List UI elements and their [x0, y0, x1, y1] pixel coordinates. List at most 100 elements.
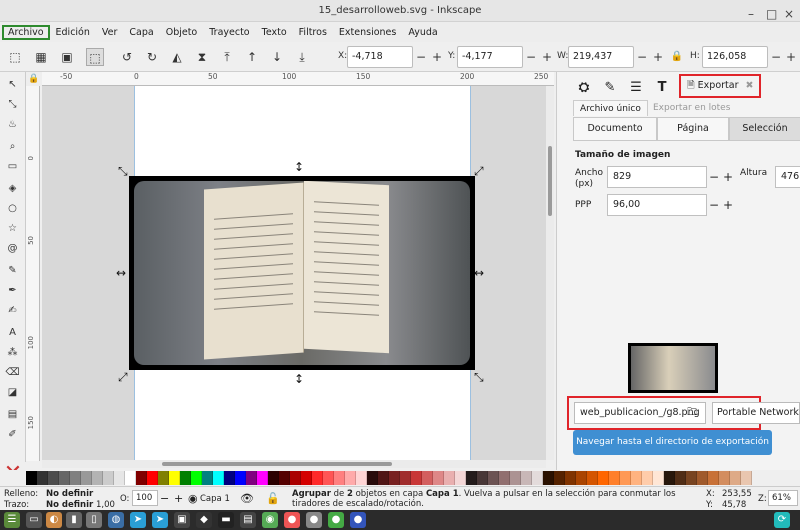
- x-minus-button[interactable]: −: [414, 46, 428, 68]
- node-tool-icon[interactable]: ⤡: [4, 96, 21, 113]
- dropper-tool-icon[interactable]: ✐: [4, 426, 21, 443]
- palette-swatch[interactable]: [257, 471, 268, 485]
- palette-swatch[interactable]: [708, 471, 719, 485]
- spray-tool-icon[interactable]: ⁂: [4, 344, 21, 361]
- gradient-tool-icon[interactable]: ▤: [4, 406, 21, 423]
- tweak-tool-icon[interactable]: ♨: [4, 116, 21, 133]
- palette-swatch[interactable]: [158, 471, 169, 485]
- star-tool-icon[interactable]: ☆: [4, 220, 21, 237]
- menu-edicion[interactable]: Edición: [50, 26, 96, 39]
- palette-swatch[interactable]: [103, 471, 114, 485]
- palette-swatch[interactable]: [224, 471, 235, 485]
- ancho-field[interactable]: 829: [607, 166, 707, 188]
- opacity-minus-button[interactable]: −: [160, 492, 169, 505]
- ppp-plus-button[interactable]: +: [721, 194, 735, 216]
- palette-swatch[interactable]: [246, 471, 257, 485]
- stroke-width[interactable]: 1,00: [96, 500, 115, 510]
- export-area-seleccion[interactable]: Selección: [729, 117, 800, 141]
- palette-swatch[interactable]: [389, 471, 400, 485]
- palette-swatch[interactable]: [367, 471, 378, 485]
- palette-swatch[interactable]: [26, 471, 37, 485]
- palette-swatch[interactable]: [411, 471, 422, 485]
- palette-swatch[interactable]: [730, 471, 741, 485]
- palette-swatch[interactable]: [455, 471, 466, 485]
- app-icon-gray[interactable]: ●: [306, 512, 322, 528]
- export-area-pagina[interactable]: Página: [657, 117, 729, 141]
- palette-swatch[interactable]: [147, 471, 158, 485]
- palette-swatch[interactable]: [279, 471, 290, 485]
- tray-icon[interactable]: ⟳: [774, 512, 790, 528]
- palette-swatch[interactable]: [125, 471, 136, 485]
- text-font-icon[interactable]: T: [653, 78, 671, 98]
- h-minus-button[interactable]: −: [769, 46, 783, 68]
- fill-value[interactable]: No definir: [46, 489, 93, 499]
- calligraphy-tool-icon[interactable]: ✍: [4, 302, 21, 319]
- palette-swatch[interactable]: [169, 471, 180, 485]
- ppp-field[interactable]: 96,00: [607, 194, 707, 216]
- terminal-icon[interactable]: ▮: [66, 512, 82, 528]
- palette-swatch[interactable]: [345, 471, 356, 485]
- close-tab-icon[interactable]: ✖: [746, 80, 754, 91]
- tab-exportar-lotes[interactable]: Exportar en lotes: [647, 100, 736, 116]
- palette-swatch[interactable]: [356, 471, 367, 485]
- menu-trayecto[interactable]: Trayecto: [203, 26, 255, 39]
- ancho-plus-button[interactable]: +: [721, 166, 735, 188]
- eraser-tool-icon[interactable]: ⌫: [4, 364, 21, 381]
- y-plus-button[interactable]: +: [540, 46, 554, 68]
- h-field[interactable]: 126,058: [702, 46, 768, 68]
- select-all-layers-icon[interactable]: ▦: [32, 48, 50, 66]
- palette-swatch[interactable]: [301, 471, 312, 485]
- stroke-value[interactable]: No definir: [46, 500, 93, 510]
- palette-swatch[interactable]: [488, 471, 499, 485]
- export-format-select[interactable]: Portable Network Graphic: [712, 402, 800, 424]
- palette-swatch[interactable]: [92, 471, 103, 485]
- opacity-field[interactable]: 100: [132, 490, 158, 506]
- h-plus-button[interactable]: +: [784, 46, 798, 68]
- palette-swatch[interactable]: [400, 471, 411, 485]
- x-plus-button[interactable]: +: [430, 46, 444, 68]
- palette-swatch[interactable]: [312, 471, 323, 485]
- scale-handle-w[interactable]: ↔: [116, 266, 126, 280]
- flip-horizontal-icon[interactable]: ◭: [168, 48, 186, 66]
- w-minus-button[interactable]: −: [635, 46, 649, 68]
- pencil-tool-icon[interactable]: ✎: [4, 262, 21, 279]
- ancho-minus-button[interactable]: −: [707, 166, 721, 188]
- layer-visibility-icon[interactable]: ◉: [188, 492, 198, 505]
- select-all-icon[interactable]: ⬚: [6, 48, 24, 66]
- rotate-ccw-icon[interactable]: ↺: [118, 48, 136, 66]
- scale-handle-sw[interactable]: ⤢: [118, 370, 128, 385]
- app-icon-blue[interactable]: ●: [350, 512, 366, 528]
- palette-swatch[interactable]: [620, 471, 631, 485]
- menu-capa[interactable]: Capa: [123, 26, 159, 39]
- lock-icon[interactable]: 🔒: [668, 48, 686, 66]
- selected-image-group[interactable]: [129, 176, 475, 370]
- palette-swatch[interactable]: [323, 471, 334, 485]
- palette-swatch[interactable]: [576, 471, 587, 485]
- palette-swatch[interactable]: [675, 471, 686, 485]
- palette-swatch[interactable]: [554, 471, 565, 485]
- horizontal-scrollbar[interactable]: [42, 460, 546, 468]
- palette-swatch[interactable]: [433, 471, 444, 485]
- rectangle-tool-icon[interactable]: ▭: [4, 158, 21, 175]
- palette-swatch[interactable]: [587, 471, 598, 485]
- inkscape-icon[interactable]: ◆: [196, 512, 212, 528]
- app-icon-red[interactable]: ●: [284, 512, 300, 528]
- palette-swatch[interactable]: [378, 471, 389, 485]
- menu-extensiones[interactable]: Extensiones: [333, 26, 402, 39]
- menu-ver[interactable]: Ver: [96, 26, 124, 39]
- w-plus-button[interactable]: +: [651, 46, 665, 68]
- palette-swatch[interactable]: [642, 471, 653, 485]
- show-desktop-icon[interactable]: ▭: [26, 512, 42, 528]
- lower-to-bottom-icon[interactable]: ⤓: [293, 48, 311, 66]
- y-field[interactable]: -4,177: [457, 46, 523, 68]
- scale-handle-ne[interactable]: ⤢: [474, 164, 484, 179]
- altura-field[interactable]: 476: [775, 166, 800, 188]
- scale-handle-e[interactable]: ↔: [474, 266, 484, 280]
- palette-swatch[interactable]: [686, 471, 697, 485]
- scale-handle-s[interactable]: ↕: [294, 372, 304, 386]
- menu-archivo[interactable]: Archivo: [2, 24, 50, 40]
- palette-swatch[interactable]: [609, 471, 620, 485]
- scale-handle-n[interactable]: ↕: [294, 160, 304, 174]
- bucket-tool-icon[interactable]: ◪: [4, 384, 21, 401]
- canvas[interactable]: ⤡ ↕ ⤢ ↔ ↔ ⤢ ↕ ⤡: [42, 86, 546, 460]
